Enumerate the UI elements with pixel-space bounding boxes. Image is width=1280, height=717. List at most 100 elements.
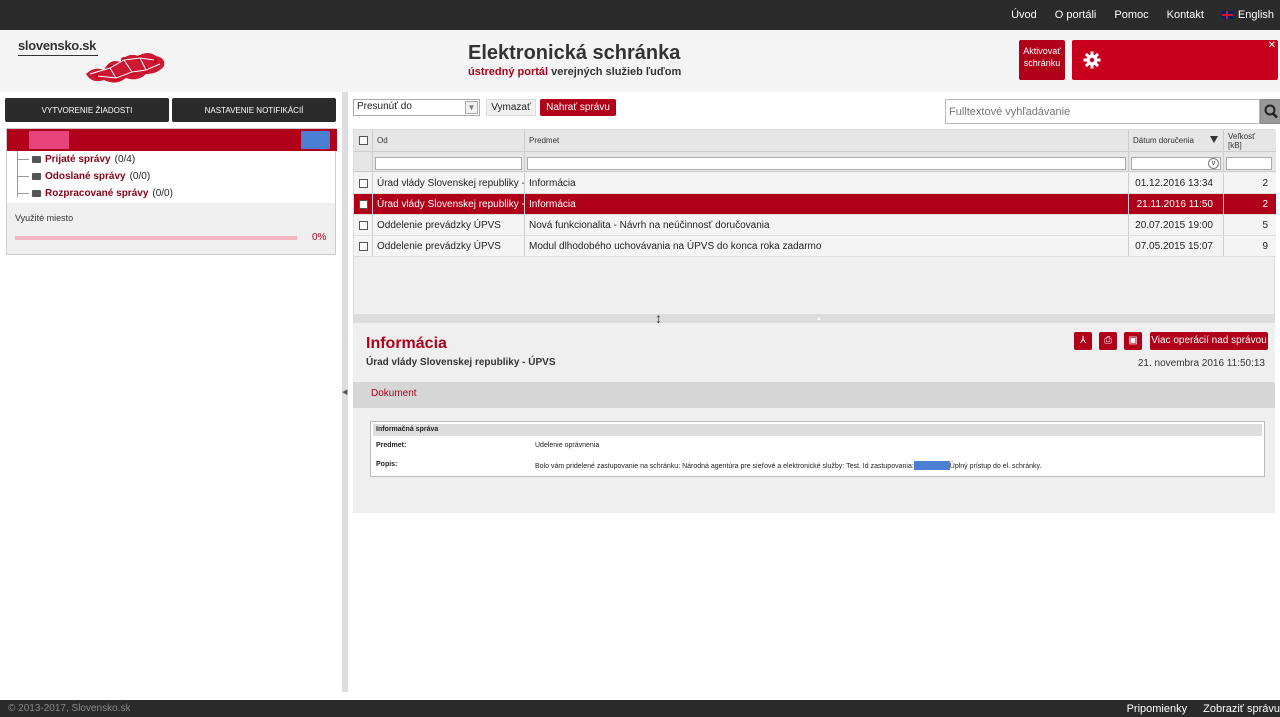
filter-date-cell: v xyxy=(1129,152,1224,171)
more-operations-button[interactable]: Viac operácií nad správou xyxy=(1150,332,1268,350)
sort-filter-icon[interactable] xyxy=(1210,136,1218,143)
cell-from: Oddelenie prevádzky ÚPVS xyxy=(373,215,525,235)
folder-name: Rozpracované správy xyxy=(45,187,149,199)
column-subject[interactable]: Predmet xyxy=(525,130,1129,151)
tree-connector xyxy=(17,158,29,160)
column-from[interactable]: Od xyxy=(373,130,525,151)
filter-from-input[interactable] xyxy=(375,156,522,170)
filter-size-cell xyxy=(1224,152,1274,171)
doc-desc-after: Úplný prístup do el. schránky. xyxy=(949,463,1042,470)
column-date[interactable]: Dátum doručenia xyxy=(1129,130,1224,151)
filter-subject-input[interactable] xyxy=(527,156,1126,170)
folder-drafts[interactable]: Rozpracované správy (0/0) xyxy=(17,185,173,201)
header: slovensko.sk Elektronická schránka ústre… xyxy=(0,30,1280,92)
tree-connector xyxy=(17,192,29,194)
row-checkbox[interactable] xyxy=(358,241,368,251)
pdf-icon[interactable]: ⅄ xyxy=(1074,332,1092,350)
app-subtitle: ústredný portál verejných služieb ľuďom xyxy=(468,66,681,78)
nav-uvod[interactable]: Úvod xyxy=(1011,9,1037,21)
filter-size-input[interactable] xyxy=(1226,156,1272,170)
row-checkbox[interactable] xyxy=(358,178,368,188)
folder-name: Prijaté správy xyxy=(45,153,111,165)
close-icon[interactable]: ✕ xyxy=(1268,40,1276,51)
storage-usage-bar xyxy=(15,236,297,240)
nav-kontakt[interactable]: Kontakt xyxy=(1167,9,1204,21)
storage-usage-percent: 0% xyxy=(312,232,327,243)
folder-count: (0/0) xyxy=(129,170,151,182)
cell-date: 07.05.2015 15:07 xyxy=(1129,236,1224,256)
move-to-value: Presunúť do xyxy=(357,101,412,112)
row-checkbox-cell xyxy=(354,194,373,214)
cell-size: 2 xyxy=(1262,198,1268,210)
save-icon[interactable]: ▣ xyxy=(1124,332,1142,350)
language-label: English xyxy=(1237,9,1274,21)
nav-o-portali[interactable]: O portáli xyxy=(1055,9,1097,21)
header-checkbox-cell xyxy=(354,130,373,151)
select-all-checkbox[interactable] xyxy=(358,136,368,145)
document-heading: Informačná správa xyxy=(373,424,1262,436)
top-bar: Úvod O portáli Pomoc Kontakt English xyxy=(0,0,1280,30)
collapse-left-icon[interactable]: ◀ xyxy=(342,388,347,396)
message-date: 21. novembra 2016 11:50:13 xyxy=(1137,358,1265,369)
print-icon[interactable]: ⎙ xyxy=(1099,332,1117,350)
folder-icon xyxy=(32,172,41,180)
storage-usage-label: Využité miesto xyxy=(15,213,74,223)
folder-inbox[interactable]: Prijaté správy (0/4) xyxy=(17,151,135,167)
collapse-up-icon[interactable]: ▲ xyxy=(816,316,822,322)
folder-count: (0/0) xyxy=(152,187,173,199)
preview-splitter[interactable]: ▲ xyxy=(353,315,1275,323)
cell-from: Oddelenie prevádzky ÚPVS xyxy=(373,236,525,256)
language-switch[interactable]: English xyxy=(1221,9,1274,21)
uk-flag-icon xyxy=(1221,11,1233,19)
feedback-link[interactable]: Pripomienky xyxy=(1127,703,1188,715)
folder-icon xyxy=(32,155,41,163)
notification-settings-button[interactable]: Nastavenie notifikácií xyxy=(172,98,336,122)
cell-from: Úrad vlády Slovenskej republiky - ÚPVS xyxy=(373,194,525,214)
document-view: Informačná správa Predmet: Udelenie oprá… xyxy=(370,421,1265,477)
filter-subject-cell xyxy=(525,152,1129,171)
detail-tab-bar: Dokument xyxy=(353,382,1275,408)
doc-subject-label: Predmet: xyxy=(376,442,407,449)
activate-mailbox-button[interactable]: Aktivovať schránku xyxy=(1019,40,1065,80)
table-row-selected[interactable]: Úrad vlády Slovenskej republiky - ÚPVS I… xyxy=(354,194,1276,215)
cell-subject: Informácia xyxy=(525,194,1129,214)
cell-size: 9 xyxy=(1262,240,1268,252)
cell-size: 2 xyxy=(1262,177,1268,189)
gear-icon[interactable] xyxy=(1082,50,1102,70)
upload-message-button[interactable]: Nahrať správu xyxy=(540,99,616,116)
cell-subject: Modul dlhodobého uchovávania na ÚPVS do … xyxy=(525,236,1129,256)
message-detail: Informácia Úrad vlády Slovenskej republi… xyxy=(353,323,1275,513)
site-logo[interactable]: slovensko.sk xyxy=(18,38,173,86)
doc-desc-before: Bolo vám pridelené zastupovanie na schrá… xyxy=(535,463,914,470)
search-button[interactable] xyxy=(1260,99,1280,124)
row-checkbox-cell xyxy=(354,173,373,193)
top-nav: Úvod O portáli Pomoc Kontakt English xyxy=(1011,0,1280,30)
folder-icon xyxy=(32,189,41,197)
footer: © 2013-2017, Slovensko.sk Pripomienky Zo… xyxy=(0,700,1280,717)
show-message-link[interactable]: Zobraziť správu xyxy=(1203,703,1280,715)
column-size[interactable]: Veľkosť [kB] xyxy=(1224,130,1274,151)
create-request-button[interactable]: Vytvorenie žiadosti xyxy=(5,98,169,122)
chevron-down-icon: ▼ xyxy=(465,101,478,114)
table-row[interactable]: Úrad vlády Slovenskej republiky - ÚPVS I… xyxy=(354,173,1276,194)
delete-button[interactable]: Vymazať xyxy=(486,99,536,116)
main-panel: Presunúť do ▼ Vymazať Nahrať správu Od P… xyxy=(348,92,1280,692)
activate-line-2: schránku xyxy=(1023,58,1061,68)
tab-document[interactable]: Dokument xyxy=(371,388,417,399)
chevron-down-icon[interactable]: v xyxy=(1208,157,1219,169)
fulltext-search-input[interactable] xyxy=(945,99,1260,124)
cell-date: 01.12.2016 13:34 xyxy=(1129,173,1224,193)
nav-pomoc[interactable]: Pomoc xyxy=(1114,9,1148,21)
mailbox-header[interactable] xyxy=(7,129,337,151)
row-checkbox[interactable] xyxy=(358,199,368,209)
redacted-block-2 xyxy=(301,131,330,149)
row-checkbox[interactable] xyxy=(358,220,368,230)
footer-links: Pripomienky Zobraziť správu xyxy=(1127,703,1280,715)
folder-sent[interactable]: Odoslané správy (0/0) xyxy=(17,168,150,184)
doc-subject-value: Udelenie oprávnenia xyxy=(535,442,600,449)
move-to-select[interactable]: Presunúť do ▼ xyxy=(353,99,480,116)
redacted-id xyxy=(913,461,950,470)
table-row[interactable]: Oddelenie prevádzky ÚPVS Nová funkcional… xyxy=(354,215,1276,236)
filter-date-input[interactable]: v xyxy=(1131,156,1221,170)
table-row[interactable]: Oddelenie prevádzky ÚPVS Modul dlhodobéh… xyxy=(354,236,1276,257)
